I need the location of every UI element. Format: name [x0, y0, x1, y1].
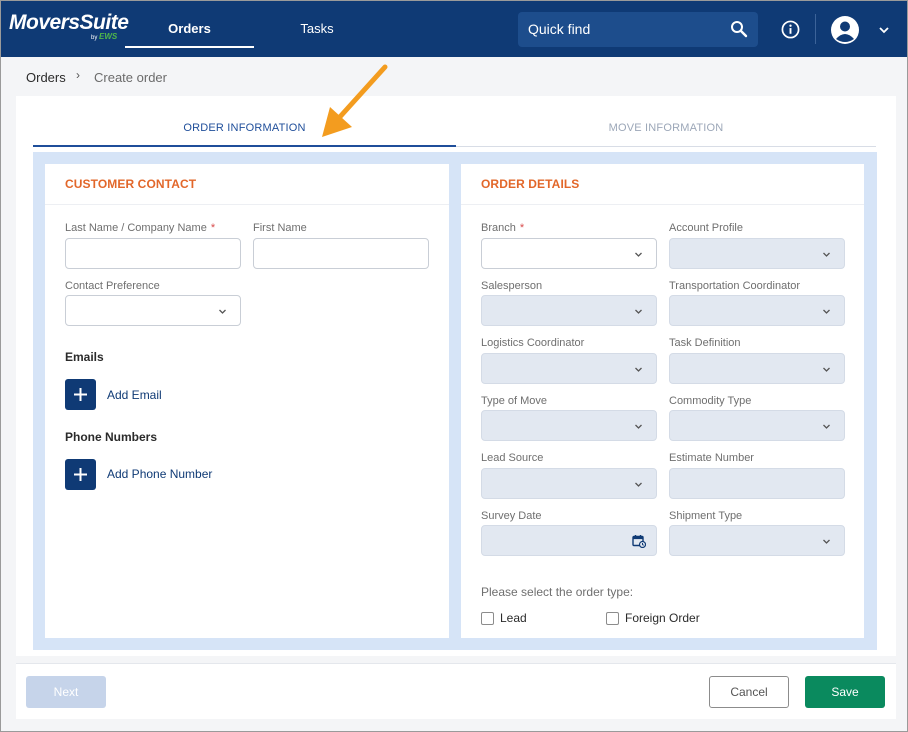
chevron-down-icon: [823, 367, 830, 372]
task-definition-label: Task Definition: [669, 337, 741, 349]
branch-select[interactable]: [481, 238, 657, 269]
salesperson-select[interactable]: [481, 295, 657, 326]
add-email-button[interactable]: [65, 379, 96, 410]
commodity-type-select[interactable]: [669, 410, 845, 441]
chevron-down-icon: [635, 309, 642, 314]
transportation-coordinator-select[interactable]: [669, 295, 845, 326]
contact-preference-label: Contact Preference: [65, 280, 160, 292]
order-type-prompt: Please select the order type:: [481, 585, 634, 599]
phone-numbers-heading: Phone Numbers: [65, 430, 158, 444]
add-phone-number-button[interactable]: [65, 459, 96, 490]
chevron-down-icon: [823, 539, 830, 544]
nav-active-underline: [125, 46, 254, 48]
moverssuite-logo[interactable]: MoversSuite by EWS: [9, 11, 129, 41]
nav-tab-orders[interactable]: Orders: [125, 1, 254, 57]
chevron-down-icon[interactable]: [878, 24, 890, 36]
last-name-label: Last Name / Company Name *: [65, 222, 216, 234]
lead-checkbox-label[interactable]: Lead: [500, 611, 527, 625]
create-order-panel: ORDER INFORMATION MOVE INFORMATION CUSTO…: [16, 96, 896, 656]
app-window: MoversSuite by EWS Orders Tasks Quick fi…: [0, 0, 908, 732]
chevron-down-icon: [823, 309, 830, 314]
order-details-card: ORDER DETAILS Branch * Account Profile Sa…: [461, 164, 864, 638]
logo-subtext: by EWS: [91, 32, 118, 41]
foreign-order-checkbox[interactable]: [606, 612, 619, 625]
type-of-move-select[interactable]: [481, 410, 657, 441]
breadcrumb-current: Create order: [94, 70, 167, 85]
type-of-move-label: Type of Move: [481, 395, 548, 407]
info-icon[interactable]: [781, 20, 800, 39]
next-button[interactable]: Next: [26, 676, 106, 708]
salesperson-label: Salesperson: [481, 280, 543, 292]
cancel-button[interactable]: Cancel: [709, 676, 789, 708]
breadcrumb-separator-icon: ›: [76, 68, 80, 82]
chevron-down-icon: [219, 309, 226, 314]
plus-icon: [74, 388, 87, 401]
breadcrumb-orders[interactable]: Orders: [26, 70, 66, 85]
add-email-label[interactable]: Add Email: [107, 388, 162, 402]
lead-source-label: Lead Source: [481, 452, 544, 464]
nav-divider: [815, 14, 816, 44]
contact-preference-select[interactable]: [65, 295, 241, 326]
estimate-number-label: Estimate Number: [669, 452, 754, 464]
search-icon[interactable]: [730, 20, 748, 38]
user-avatar-icon[interactable]: [830, 15, 860, 45]
account-profile-label: Account Profile: [669, 222, 743, 234]
shipment-type-label: Shipment Type: [669, 510, 743, 522]
annotation-arrow-icon: [322, 64, 388, 137]
lead-source-select[interactable]: [481, 468, 657, 499]
lead-checkbox[interactable]: [481, 612, 494, 625]
plus-icon: [74, 468, 87, 481]
customer-contact-card: CUSTOMER CONTACT Last Name / Company Nam…: [45, 164, 449, 638]
nav-tab-tasks-label: Tasks: [300, 21, 334, 36]
shipment-type-select[interactable]: [669, 525, 845, 556]
top-navigation-bar: MoversSuite by EWS Orders Tasks Quick fi…: [1, 1, 907, 57]
last-name-input[interactable]: [65, 238, 241, 269]
first-name-label: First Name: [253, 222, 307, 234]
nav-tab-tasks[interactable]: Tasks: [271, 1, 363, 57]
survey-date-label: Survey Date: [481, 510, 542, 522]
foreign-order-checkbox-label[interactable]: Foreign Order: [625, 611, 700, 625]
chevron-down-icon: [635, 252, 642, 257]
chevron-down-icon: [635, 482, 642, 487]
quick-find-placeholder: Quick find: [528, 21, 591, 37]
breadcrumb: Orders › Create order: [1, 57, 907, 97]
transportation-coordinator-label: Transportation Coordinator: [669, 280, 801, 292]
emails-heading: Emails: [65, 350, 104, 364]
save-button[interactable]: Save: [805, 676, 885, 708]
task-definition-select[interactable]: [669, 353, 845, 384]
branch-label: Branch *: [481, 222, 525, 234]
tab-move-information[interactable]: MOVE INFORMATION: [456, 96, 876, 147]
order-details-title: ORDER DETAILS: [481, 177, 580, 191]
chevron-down-icon: [823, 252, 830, 257]
first-name-input[interactable]: [253, 238, 429, 269]
nav-tab-orders-label: Orders: [168, 21, 211, 36]
chevron-down-icon: [823, 424, 830, 429]
estimate-number-input[interactable]: [669, 468, 845, 499]
commodity-type-label: Commodity Type: [669, 395, 752, 407]
order-information-content: CUSTOMER CONTACT Last Name / Company Nam…: [33, 152, 877, 650]
calendar-icon[interactable]: [632, 534, 646, 548]
logistics-coordinator-select[interactable]: [481, 353, 657, 384]
card-divider: [45, 204, 449, 205]
footer-action-bar: Next Cancel Save: [16, 663, 896, 719]
quick-find-input[interactable]: Quick find: [518, 12, 758, 47]
chevron-down-icon: [635, 367, 642, 372]
chevron-down-icon: [635, 424, 642, 429]
account-profile-select[interactable]: [669, 238, 845, 269]
add-phone-number-label[interactable]: Add Phone Number: [107, 467, 212, 481]
customer-contact-title: CUSTOMER CONTACT: [65, 177, 197, 191]
logistics-coordinator-label: Logistics Coordinator: [481, 337, 585, 349]
survey-date-input[interactable]: [481, 525, 657, 556]
card-divider: [461, 204, 864, 205]
